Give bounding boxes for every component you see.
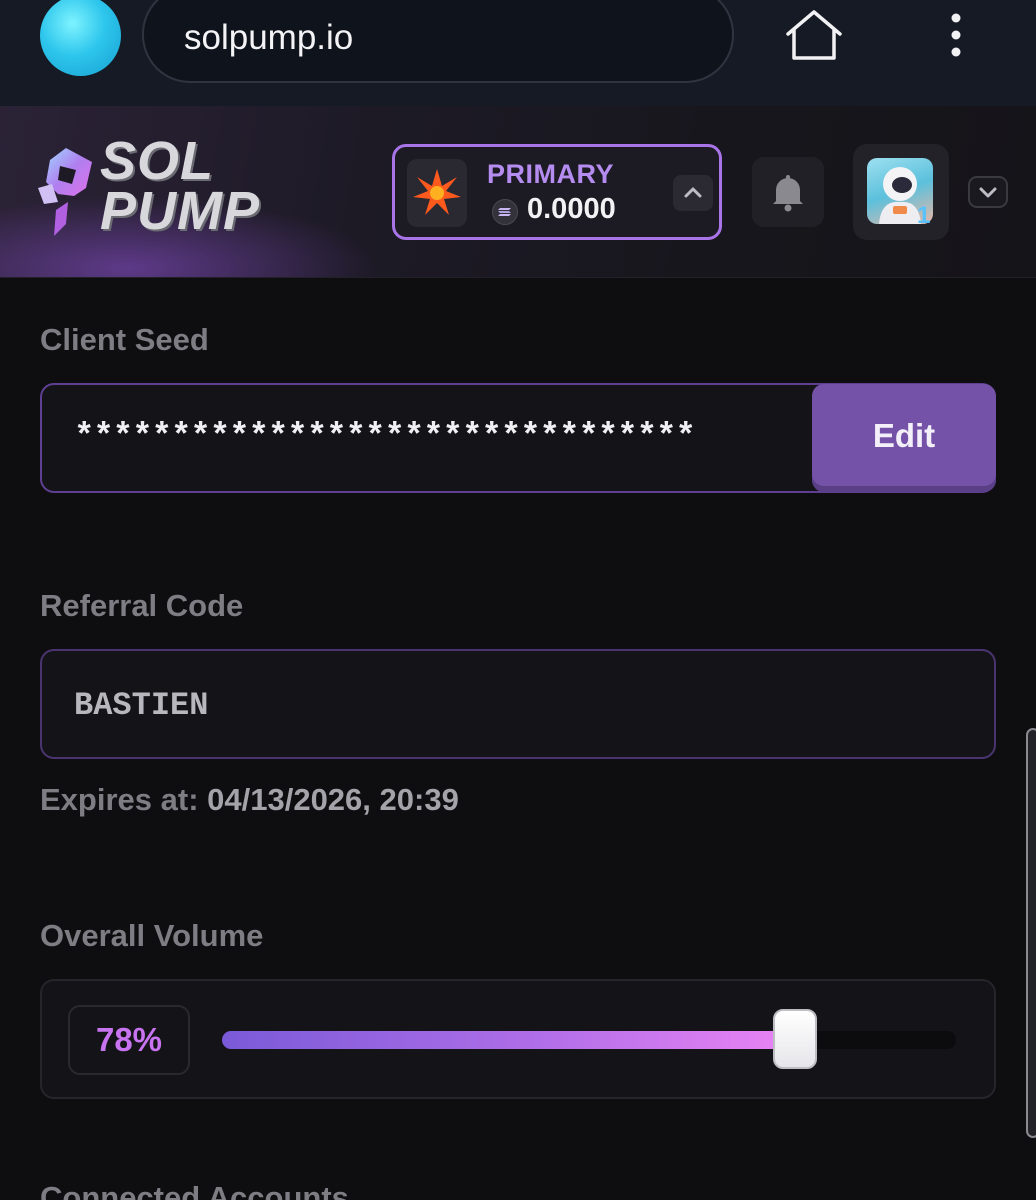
scrollbar[interactable]: [1026, 728, 1036, 1138]
user-level-badge: 1: [917, 202, 931, 229]
volume-percentage: 78%: [68, 1005, 190, 1075]
logo-line-2: PUMP: [100, 181, 261, 241]
starburst-icon: [407, 159, 467, 227]
app-header: SOL PUMP PRIMARY 0.0000 1: [0, 106, 1036, 278]
volume-slider-fill: [222, 1031, 795, 1049]
edit-client-seed-button[interactable]: Edit: [812, 384, 996, 492]
connected-accounts-label: Connected Accounts: [40, 1180, 349, 1200]
referral-expiry: Expires at: 04/13/2026, 20:39: [40, 782, 459, 818]
home-icon[interactable]: [782, 6, 846, 64]
url-text: solpump.io: [184, 18, 354, 57]
bell-icon[interactable]: [752, 157, 824, 227]
overall-volume-label: Overall Volume: [40, 918, 264, 953]
address-bar[interactable]: solpump.io: [142, 0, 734, 83]
more-vertical-icon[interactable]: [936, 10, 976, 60]
wallet-label: PRIMARY: [487, 159, 615, 189]
chevron-up-icon[interactable]: [673, 175, 713, 211]
referral-code-value: BASTIEN: [74, 687, 209, 724]
referral-code-field[interactable]: BASTIEN: [40, 649, 996, 759]
client-seed-label: Client Seed: [40, 322, 209, 357]
volume-slider[interactable]: [222, 1009, 956, 1069]
wallet-selector[interactable]: PRIMARY 0.0000: [392, 144, 722, 240]
wallet-balance: 0.0000: [527, 193, 616, 225]
chevron-down-icon[interactable]: [968, 176, 1008, 208]
expires-label: Expires at:: [40, 782, 199, 817]
logo-wordmark[interactable]: SOL PUMP: [100, 134, 259, 238]
volume-slider-thumb[interactable]: [773, 1009, 817, 1069]
rocket-logo-icon[interactable]: [36, 144, 98, 240]
avatar-button[interactable]: 1: [853, 144, 949, 240]
client-seed-value: ********************************: [74, 419, 696, 457]
referral-code-label: Referral Code: [40, 588, 244, 623]
solana-icon: [492, 199, 518, 225]
browser-toolbar: solpump.io: [0, 0, 1036, 106]
expires-date: 04/13/2026, 20:39: [207, 782, 459, 817]
browser-profile-avatar[interactable]: [40, 0, 121, 76]
volume-control: 78%: [40, 979, 996, 1099]
